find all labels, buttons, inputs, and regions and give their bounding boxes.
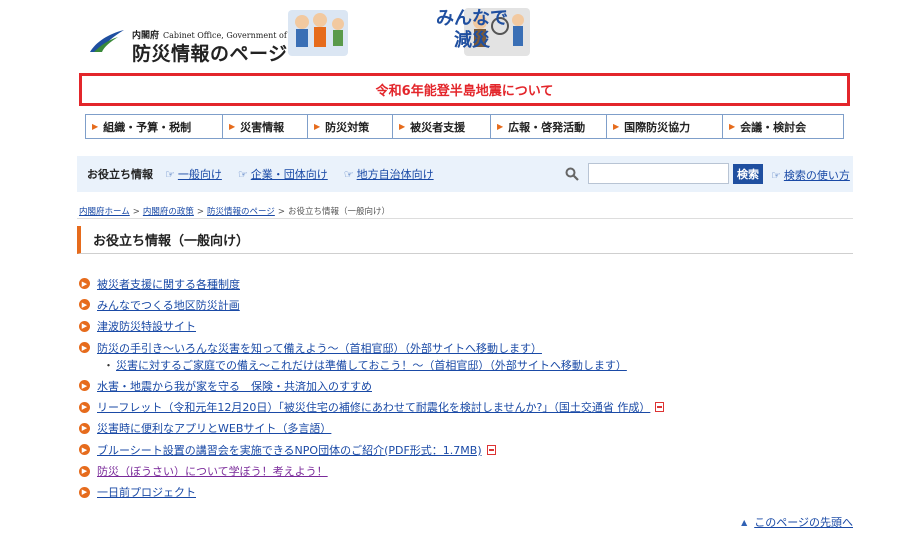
arrow-circle-icon: ▶ (79, 465, 90, 477)
page-title: お役立ち情報（一般向け） (93, 234, 250, 249)
list-link[interactable]: 防災（ぼうさい）について学ぼう！考えよう！ (97, 463, 328, 479)
triangle-right-icon: ▶ (229, 122, 236, 131)
page-top-link[interactable]: ▲ このページの先頭へ (741, 514, 853, 530)
alert-link[interactable]: 令和6年能登半島地震について (376, 80, 554, 99)
list-item: ▶ 水害・地震から我が家を守る 保険・共済加入のすすめ (79, 375, 849, 396)
nav-victim-support[interactable]: ▶ 被災者支援 (393, 115, 491, 138)
link-local-governments-text[interactable]: 地方自治体向け (357, 166, 434, 182)
hand-pointer-icon: ☞ (771, 168, 781, 182)
breadcrumb-home[interactable]: 内閣府ホーム (79, 207, 130, 217)
info-link-list: ▶ 被災者支援に関する各種制度 ▶ みんなでつくる地区防災計画 ▶ 津波防災特設サイト… (79, 273, 849, 503)
breadcrumb-separator: > (277, 207, 285, 217)
link-companies[interactable]: ☞ 企業・団体向け (238, 166, 328, 182)
nav-label: 被災者支援 (410, 120, 466, 134)
list-item: ▶ 被災者支援に関する各種制度 (79, 273, 849, 294)
hand-pointer-icon: ☞ (343, 167, 354, 181)
utility-bar: お役立ち情報 ☞ 一般向け ☞ 企業・団体向け ☞ 地方自治体向け 検索 ☞ 検索の使い… (77, 156, 853, 192)
triangle-right-icon: ▶ (729, 122, 736, 131)
search-help-link[interactable]: ☞ 検索の使い方 (771, 167, 850, 183)
breadcrumb-separator: > (132, 207, 140, 217)
arrow-circle-icon: ▶ (79, 486, 90, 498)
site-title[interactable]: 防災情報のページ (132, 39, 288, 66)
list-link[interactable]: 災害時に便利なアプリとWEBサイト（多言語） (97, 420, 331, 436)
cabinet-office-logo-icon[interactable] (88, 28, 126, 54)
arrow-circle-icon: ▶ (79, 422, 90, 434)
triangle-right-icon: ▶ (497, 122, 504, 131)
triangle-right-icon: ▶ (314, 122, 321, 131)
nav-label: 災害情報 (240, 120, 285, 134)
banner-line-1: みんなで (436, 8, 508, 29)
list-item: ▶ 防災（ぼうさい）について学ぼう！考えよう！ (79, 460, 849, 481)
global-nav: ▶ 組織・予算・税制 ▶ 災害情報 ▶ 防災対策 ▶ 被災者支援 ▶ 広報・啓発活動 ▶ 国… (85, 114, 844, 139)
nav-disaster-prevention[interactable]: ▶ 防災対策 (308, 115, 393, 138)
link-companies-text[interactable]: 企業・団体向け (251, 166, 328, 182)
list-link[interactable]: 水害・地震から我が家を守る 保険・共済加入のすすめ (97, 378, 372, 394)
link-general[interactable]: ☞ 一般向け (165, 166, 222, 182)
page-title-block: お役立ち情報（一般向け） (77, 226, 853, 254)
search-button[interactable]: 検索 (733, 164, 763, 184)
list-item: ▶ 一日前プロジェクト (79, 482, 849, 503)
noto-earthquake-alert[interactable]: 令和6年能登半島地震について (79, 73, 850, 106)
nav-label: 広報・啓発活動 (508, 120, 586, 134)
nav-disaster-info[interactable]: ▶ 災害情報 (223, 115, 308, 138)
search-icon (565, 167, 579, 181)
arrow-circle-icon: ▶ (79, 401, 90, 413)
nav-label: 会議・検討会 (740, 120, 807, 134)
minna-de-gensai-banner[interactable]: みんなで 減災 (430, 8, 514, 52)
nav-label: 防災対策 (325, 120, 370, 134)
list-link[interactable]: 防災の手引き～いろんな災害を知って備えよう～（首相官邸）（外部サイトへ移動します… (97, 340, 542, 356)
site-header: 内閣府 Cabinet Office, Government of Japan 防… (88, 6, 538, 66)
hand-pointer-icon: ☞ (237, 167, 248, 181)
list-link[interactable]: ブルーシート設置の講習会を実施できるNPO団体のご紹介(PDF形式：1.7MB) (97, 442, 482, 458)
useful-info-label: お役立ち情報 (87, 168, 153, 181)
breadcrumb-current: お役立ち情報（一般向け） (287, 207, 390, 217)
list-link[interactable]: 津波防災特設サイト (97, 318, 196, 334)
link-local-governments[interactable]: ☞ 地方自治体向け (344, 166, 434, 182)
breadcrumb-separator: > (196, 207, 205, 217)
list-item: ▶ 災害時に便利なアプリとWEBサイト（多言語） (79, 418, 849, 439)
breadcrumb-policy[interactable]: 内閣府の政策 (143, 207, 194, 217)
nav-label: 国際防災協力 (624, 120, 691, 134)
list-link[interactable]: 災害に対するご家庭での備え～これだけは準備しておこう！～（首相官邸）（外部サイト… (116, 357, 627, 373)
list-link[interactable]: 被災者支援に関する各種制度 (97, 276, 240, 292)
list-item: ▶ みんなでつくる地区防災計画 (79, 294, 849, 315)
caret-up-icon: ▲ (741, 517, 748, 527)
search-help-text[interactable]: 検索の使い方 (784, 167, 850, 183)
triangle-right-icon: ▶ (613, 122, 620, 131)
search-input[interactable] (588, 163, 729, 184)
arrow-circle-icon: ▶ (79, 444, 90, 456)
list-item: ▶ ブルーシート設置の講習会を実施できるNPO団体のご紹介(PDF形式：1.7MB… (79, 439, 849, 460)
nav-meetings[interactable]: ▶ 会議・検討会 (723, 115, 843, 138)
list-item: ▶ 津波防災特設サイト (79, 316, 849, 337)
list-link[interactable]: みんなでつくる地区防災計画 (97, 297, 240, 313)
list-subitem: ・災害に対するご家庭での備え～これだけは準備しておこう！～（首相官邸）（外部サイ… (79, 355, 849, 375)
pdf-icon (655, 402, 665, 413)
list-link[interactable]: 一日前プロジェクト (97, 484, 196, 500)
nav-organization-budget[interactable]: ▶ 組織・予算・税制 (86, 115, 223, 138)
page-top-text[interactable]: このページの先頭へ (754, 514, 853, 530)
link-general-text[interactable]: 一般向け (178, 166, 222, 182)
list-link[interactable]: リーフレット（令和元年12月20日）「被災住宅の補修にあわせて耐震化を検討しませ… (97, 399, 650, 415)
pdf-icon (486, 444, 496, 455)
banner-line-2: 減災 (454, 30, 490, 51)
arrow-circle-icon: ▶ (79, 299, 90, 311)
list-item: ▶ リーフレット（令和元年12月20日）「被災住宅の補修にあわせて耐震化を検討しま… (79, 396, 849, 417)
arrow-circle-icon: ▶ (79, 342, 90, 354)
nav-international[interactable]: ▶ 国際防災協力 (607, 115, 723, 138)
triangle-right-icon: ▶ (399, 122, 406, 131)
nav-label: 組織・予算・税制 (103, 120, 192, 134)
arrow-circle-icon: ▶ (79, 278, 90, 290)
breadcrumb: 内閣府ホーム > 内閣府の政策 > 防災情報のページ > お役立ち情報（一般向け） (79, 205, 390, 217)
arrow-circle-icon: ▶ (79, 380, 90, 392)
bullet-dot-icon: ・ (103, 359, 114, 373)
nav-public-relations[interactable]: ▶ 広報・啓発活動 (491, 115, 607, 138)
triangle-right-icon: ▶ (92, 122, 99, 131)
breadcrumb-bousai[interactable]: 防災情報のページ (207, 207, 275, 217)
breadcrumb-divider (77, 218, 853, 219)
hand-pointer-icon: ☞ (165, 167, 175, 181)
arrow-circle-icon: ▶ (79, 320, 90, 332)
